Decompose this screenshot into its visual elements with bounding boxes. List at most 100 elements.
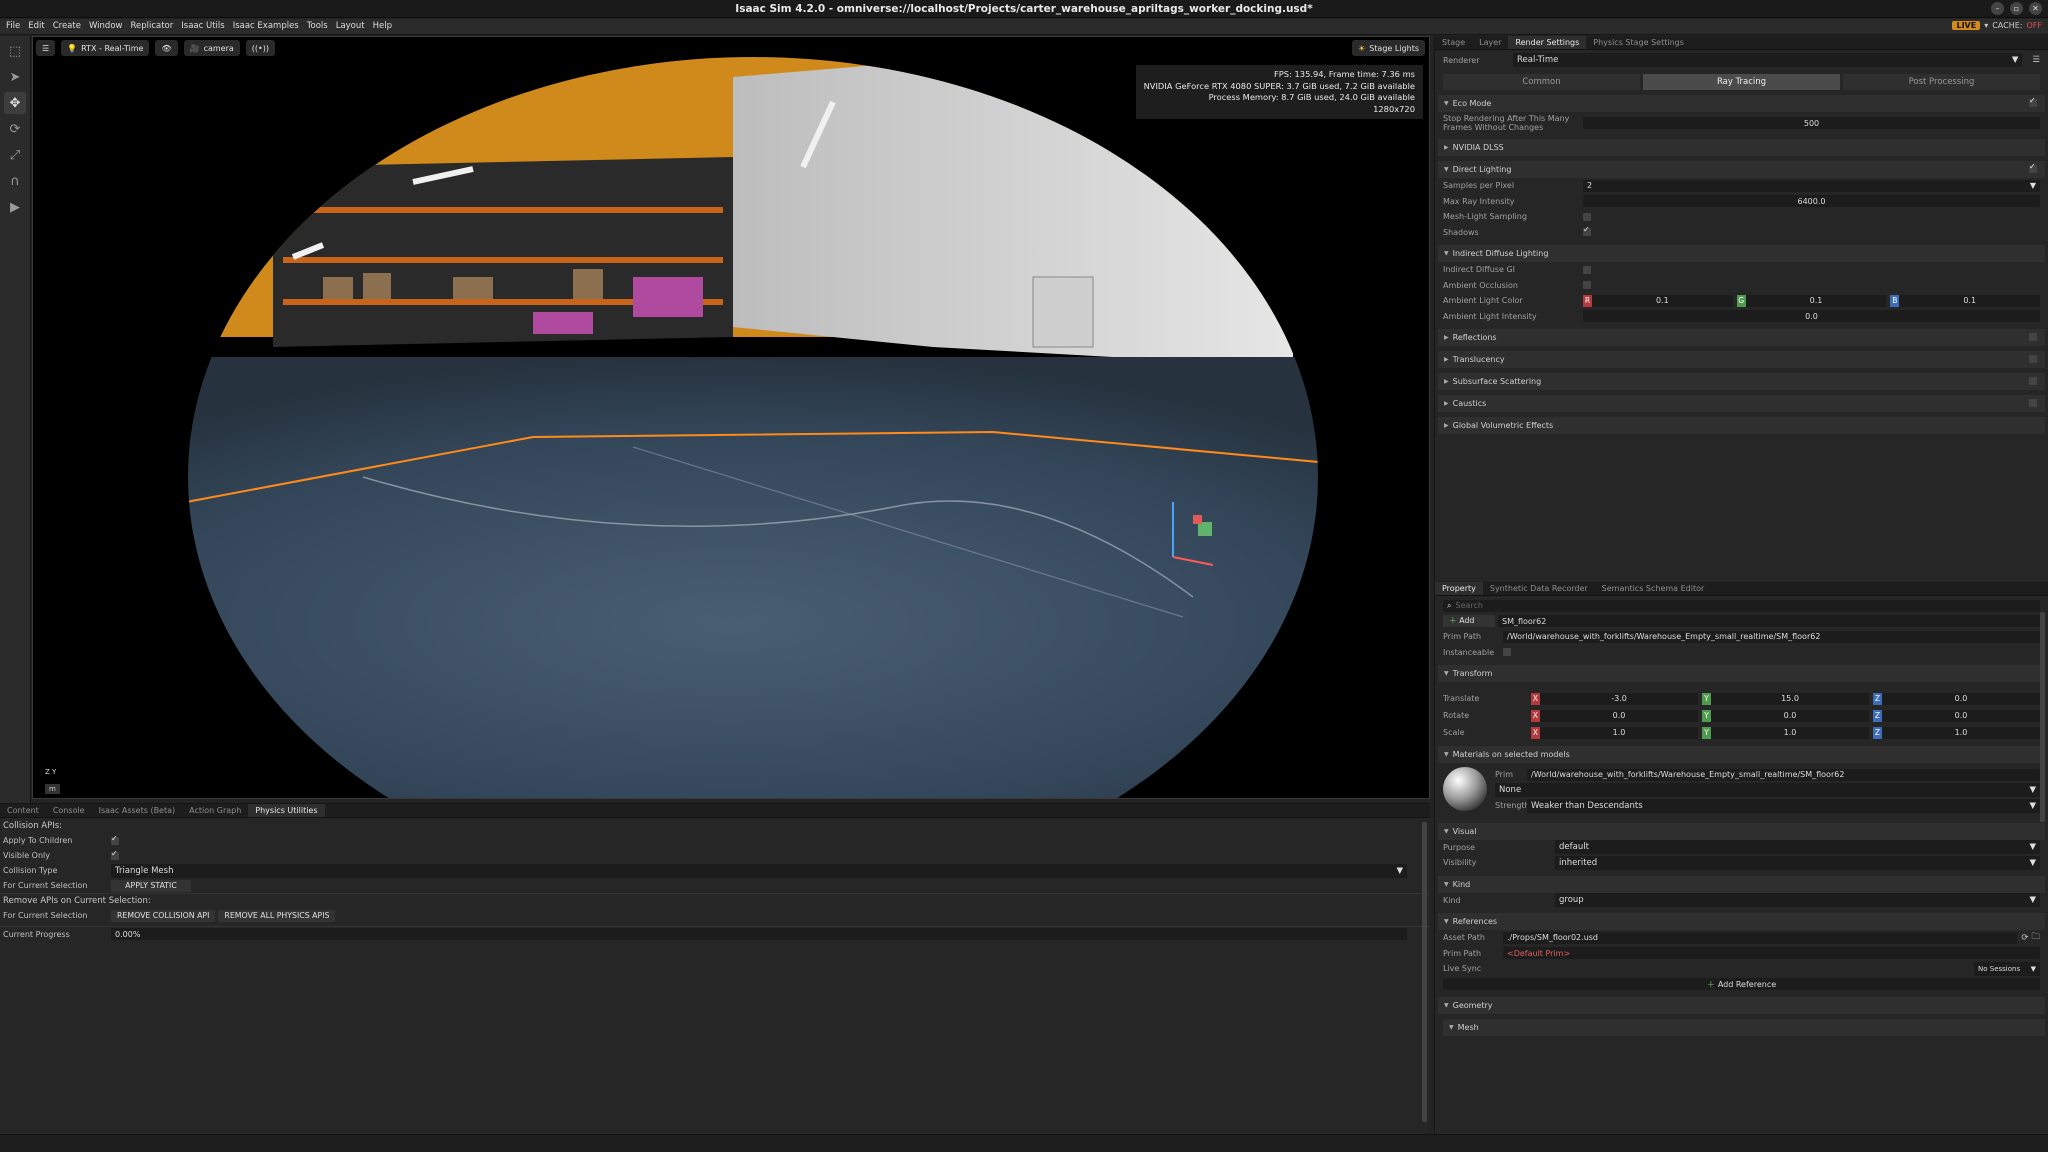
live-sync-dropdown[interactable]: No Sessions ▼: [1974, 961, 2040, 976]
subsurface-checkbox[interactable]: [2029, 377, 2037, 385]
tab-content[interactable]: Content: [0, 804, 46, 817]
strength-dropdown[interactable]: Weaker than Descendants ▼: [1527, 798, 2040, 813]
section-eco-mode[interactable]: ▼ Eco Mode: [1438, 95, 2045, 112]
stage-lights-button[interactable]: ☀ Stage Lights: [1352, 40, 1425, 56]
select-mode-icon[interactable]: ⬚: [4, 40, 26, 62]
refresh-icon[interactable]: ⟳: [2021, 933, 2028, 943]
samples-dropdown[interactable]: 2 ▼: [1583, 179, 2040, 192]
camera-button[interactable]: 🎥 camera: [183, 40, 240, 56]
tab-property[interactable]: Property: [1435, 582, 1483, 595]
scale-y-field[interactable]: 1.0: [1711, 728, 1869, 737]
tab-physics-utilities[interactable]: Physics Utilities: [248, 804, 325, 817]
ref-prim-path-field[interactable]: <Default Prim>: [1503, 947, 2040, 960]
max-ray-field[interactable]: 6400.0: [1583, 195, 2040, 208]
mode-common[interactable]: Common: [1443, 74, 1640, 90]
rotate-y-field[interactable]: 0.0: [1711, 711, 1869, 720]
menu-edit[interactable]: Edit: [24, 19, 48, 33]
audio-icon[interactable]: ((•)): [245, 40, 275, 56]
menu-create[interactable]: Create: [49, 19, 85, 33]
eye-icon[interactable]: 👁: [155, 40, 178, 56]
ambient-r-field[interactable]: 0.1: [1592, 296, 1733, 305]
menu-window[interactable]: Window: [85, 19, 127, 33]
maximize-icon[interactable]: ▫: [2010, 2, 2023, 15]
render-mode-button[interactable]: 💡 RTX - Real-Time: [61, 40, 150, 56]
instanceable-checkbox[interactable]: [1503, 648, 1511, 657]
scrollbar[interactable]: [1422, 822, 1427, 1122]
material-dropdown[interactable]: None ▼: [1495, 783, 2040, 798]
ambient-intensity-field[interactable]: 0.0: [1583, 310, 2040, 323]
purpose-dropdown[interactable]: default ▼: [1555, 840, 2040, 855]
menu-layout[interactable]: Layout: [332, 19, 369, 33]
tab-isaac-assets[interactable]: Isaac Assets (Beta): [92, 804, 183, 817]
translucency-checkbox[interactable]: [2029, 355, 2037, 363]
indirect-gi-checkbox[interactable]: [1583, 265, 1591, 274]
remove-collision-button[interactable]: REMOVE COLLISION API: [111, 909, 216, 922]
translate-x-field[interactable]: -3.0: [1540, 694, 1698, 703]
folder-icon[interactable]: 🗀: [2031, 931, 2040, 945]
section-mesh[interactable]: ▼ Mesh: [1443, 1019, 2045, 1036]
section-geometry[interactable]: ▼ Geometry: [1438, 997, 2045, 1014]
add-button[interactable]: ＋ Add: [1443, 615, 1495, 628]
section-kind[interactable]: ▼ Kind: [1438, 875, 2045, 893]
menu-isaac-examples[interactable]: Isaac Examples: [229, 19, 303, 33]
shadows-checkbox[interactable]: [1583, 225, 1591, 237]
tab-physics-stage-settings[interactable]: Physics Stage Settings: [1586, 36, 1691, 49]
mat-prim-field[interactable]: /World/warehouse_with_forklifts/Warehous…: [1527, 768, 2040, 781]
settings-icon[interactable]: ☰: [36, 40, 56, 56]
scale-x-field[interactable]: 1.0: [1540, 728, 1698, 737]
scale-z-field[interactable]: 1.0: [1882, 728, 2040, 737]
tab-render-settings[interactable]: Render Settings: [1508, 36, 1587, 49]
scale-icon[interactable]: ⤢: [4, 144, 26, 166]
minimize-icon[interactable]: –: [1991, 2, 2004, 15]
tab-semantics[interactable]: Semantics Schema Editor: [1595, 582, 1712, 595]
snap-icon[interactable]: ∩: [4, 170, 26, 192]
rotate-z-field[interactable]: 0.0: [1882, 711, 2040, 720]
mode-ray-tracing[interactable]: Ray Tracing: [1643, 74, 1840, 90]
menu-tools[interactable]: Tools: [303, 19, 332, 33]
tab-action-graph[interactable]: Action Graph: [182, 804, 248, 817]
viewport[interactable]: ☰ 💡 RTX - Real-Time 👁 🎥 camera ((•)) ☀ Stag…: [32, 36, 1430, 799]
ambient-g-field[interactable]: 0.1: [1746, 296, 1887, 305]
visibility-dropdown[interactable]: inherited ▼: [1555, 855, 2040, 870]
section-subsurface[interactable]: ▶ Subsurface Scattering: [1438, 373, 2045, 390]
play-icon[interactable]: ▶: [4, 196, 26, 218]
add-reference-button[interactable]: ＋ Add Reference: [1443, 978, 2040, 991]
menu-help[interactable]: Help: [369, 19, 396, 33]
remove-all-physics-button[interactable]: REMOVE ALL PHYSICS APIS: [218, 909, 336, 922]
prim-name-field[interactable]: SM_floor62: [1498, 615, 2040, 628]
mesh-light-checkbox[interactable]: [1583, 212, 1591, 221]
rotate-x-field[interactable]: 0.0: [1540, 711, 1698, 720]
section-materials[interactable]: ▼ Materials on selected models: [1438, 746, 2045, 763]
section-dlss[interactable]: ▶ NVIDIA DLSS: [1438, 139, 2045, 156]
section-volumetric[interactable]: ▶ Global Volumetric Effects: [1438, 417, 2045, 434]
stop-rendering-field[interactable]: 500: [1583, 117, 2040, 129]
select-arrow-icon[interactable]: ➤: [4, 66, 26, 88]
menu-icon[interactable]: ☰: [2032, 55, 2040, 65]
ambient-b-field[interactable]: 0.1: [1899, 296, 2040, 305]
section-direct-lighting[interactable]: ▼ Direct Lighting: [1438, 161, 2045, 178]
tab-stage[interactable]: Stage: [1435, 36, 1472, 49]
search-input[interactable]: ⌕ Search: [1443, 599, 2040, 612]
tab-console[interactable]: Console: [46, 804, 92, 817]
translate-y-field[interactable]: 15.0: [1711, 694, 1869, 703]
menu-replicator[interactable]: Replicator: [126, 19, 177, 33]
menu-isaac-utils[interactable]: Isaac Utils: [177, 19, 228, 33]
renderer-dropdown[interactable]: Real-Time ▼: [1513, 53, 2023, 67]
ao-checkbox[interactable]: [1583, 281, 1591, 290]
direct-lighting-checkbox[interactable]: [2029, 162, 2037, 173]
section-indirect-lighting[interactable]: ▼ Indirect Diffuse Lighting: [1438, 245, 2045, 262]
apply-children-checkbox[interactable]: [111, 834, 119, 845]
section-caustics[interactable]: ▶ Caustics: [1438, 395, 2045, 412]
scrollbar[interactable]: [2040, 612, 2045, 822]
kind-dropdown[interactable]: group ▼: [1555, 893, 2040, 908]
tab-synthetic-data[interactable]: Synthetic Data Recorder: [1483, 582, 1595, 595]
translate-z-field[interactable]: 0.0: [1882, 694, 2040, 703]
eco-mode-checkbox[interactable]: [2029, 96, 2037, 107]
apply-static-button[interactable]: APPLY STATIC: [111, 879, 191, 892]
tab-layer[interactable]: Layer: [1472, 36, 1508, 49]
section-transform[interactable]: ▼ Transform: [1438, 665, 2045, 682]
close-icon[interactable]: ✕: [2029, 2, 2042, 15]
rotate-icon[interactable]: ⟳: [4, 118, 26, 140]
caustics-checkbox[interactable]: [2029, 399, 2037, 407]
section-references[interactable]: ▼ References: [1438, 913, 2045, 930]
